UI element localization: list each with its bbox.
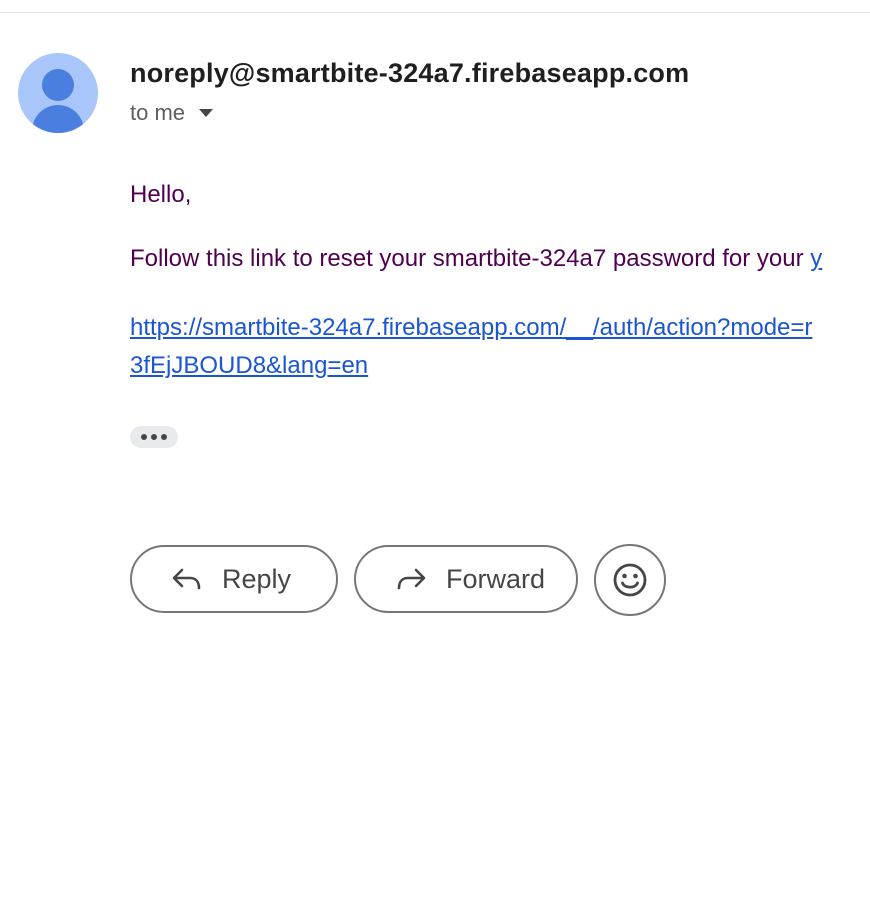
sender-avatar[interactable] [18,53,98,133]
avatar-body-shape [32,105,84,133]
more-horizontal-icon-dot [151,434,157,440]
more-horizontal-icon-dot [141,434,147,440]
reply-arrow-icon [170,562,204,596]
reply-button[interactable]: Reply [130,545,338,613]
forward-arrow-icon [394,562,428,596]
recipient-label: to me [130,100,186,125]
forward-label: Forward [446,563,546,594]
reply-label: Reply [222,563,292,594]
recipient-line[interactable]: to me [130,100,214,126]
more-horizontal-icon-dot [161,434,167,440]
instruction-text: Follow this link to reset your smartbite… [130,245,811,272]
reset-link-line-2: 3fEjJBOUD8&lang=en [130,352,369,379]
forward-button[interactable]: Forward [354,545,578,613]
password-reset-link[interactable]: https://smartbite-324a7.firebaseapp.com/… [130,309,812,385]
reset-link-line-1: https://smartbite-324a7.firebaseapp.com/… [130,314,813,341]
emoji-reaction-button[interactable] [594,544,666,616]
email-message-view: noreply@smartbite-324a7.firebaseapp.com … [0,0,870,904]
show-trimmed-content-button[interactable] [130,426,178,448]
top-divider [0,12,870,13]
caret-down-icon[interactable] [199,109,214,117]
message-instruction: Follow this link to reset your smartbite… [130,245,822,273]
avatar-head-shape [42,69,74,101]
emoji-reaction-icon [613,563,647,597]
instruction-cut-link[interactable]: y [810,245,822,272]
message-greeting: Hello, [130,181,192,208]
sender-email[interactable]: noreply@smartbite-324a7.firebaseapp.com [130,58,689,89]
